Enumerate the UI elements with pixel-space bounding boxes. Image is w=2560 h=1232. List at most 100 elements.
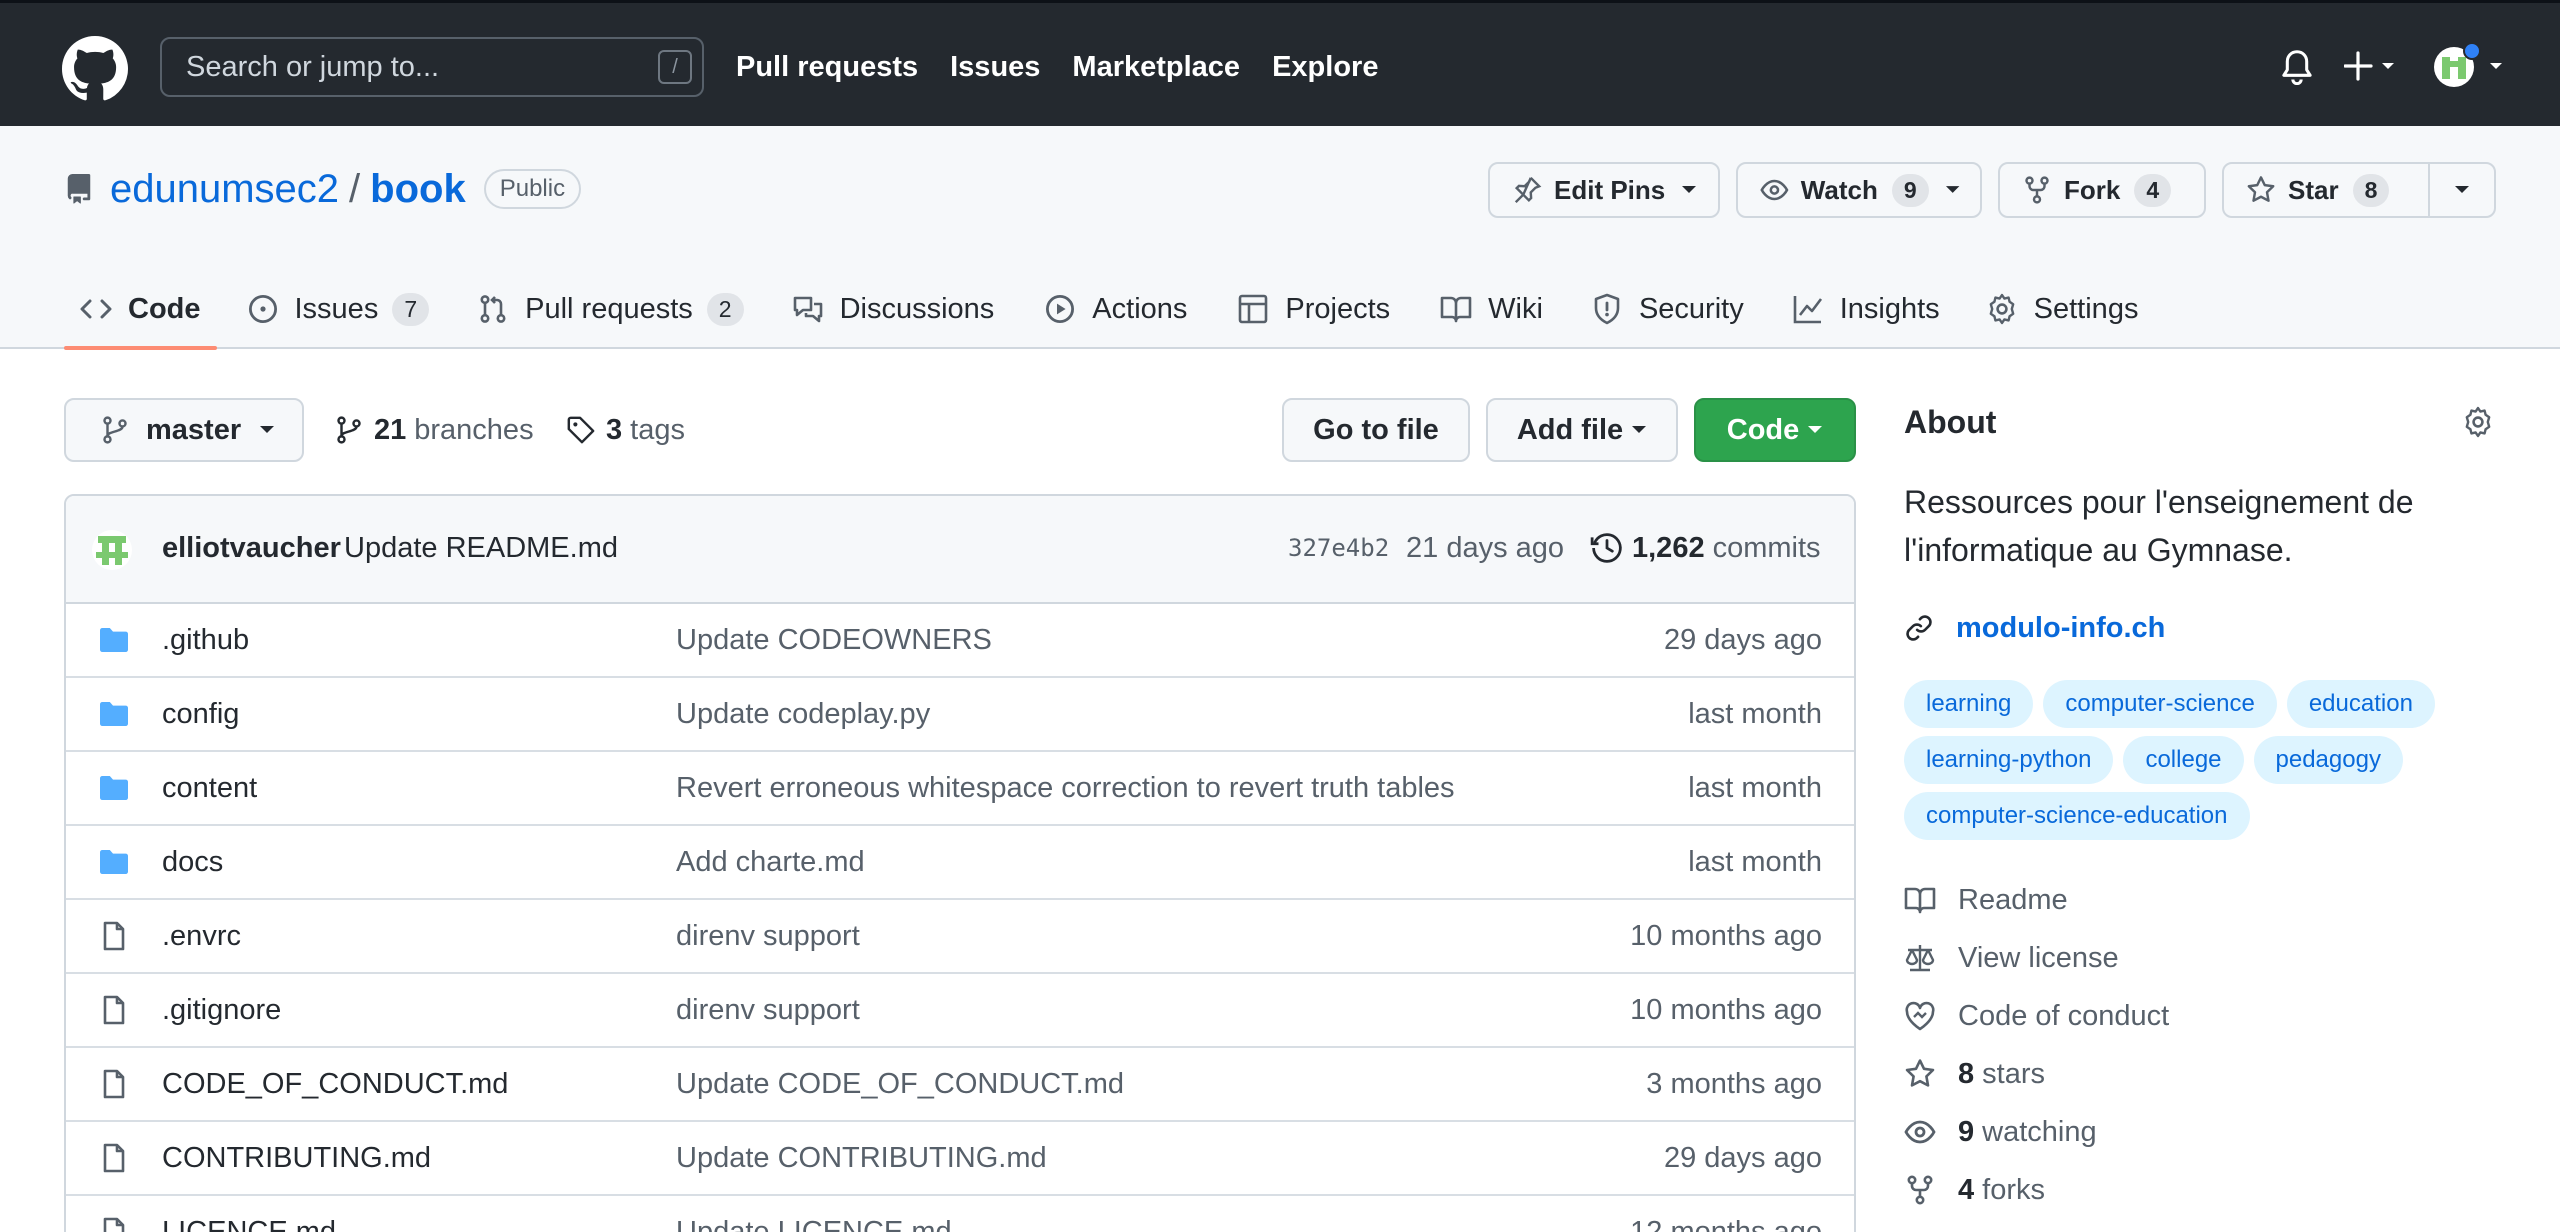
star-button[interactable]: Star 8 [2222,162,2430,218]
create-new-plus-icon[interactable] [2344,45,2404,87]
file-row[interactable]: LICENCE.md Update LICENCE.md 12 months ago [66,1196,1854,1232]
edit-pins-button[interactable]: Edit Pins [1488,162,1720,218]
repo-path-separator: / [349,166,361,211]
file-name-link[interactable]: content [162,772,257,805]
file-commit-message-link[interactable]: direnv support [676,920,860,953]
github-logo-icon[interactable] [62,36,128,102]
stars-label: stars [1982,1057,2045,1090]
tab-issues[interactable]: Issues 7 [231,270,446,348]
topic-tag[interactable]: college [2123,736,2244,784]
branches-label: branches [414,413,534,446]
file-commit-message-link[interactable]: Update CODE_OF_CONDUCT.md [676,1068,1124,1101]
branches-link[interactable]: 21 branches [334,398,534,462]
fork-button[interactable]: Fork 4 [1998,162,2206,218]
tab-projects[interactable]: Projects [1221,270,1406,348]
website-link[interactable]: modulo-info.ch [1904,608,2165,648]
add-file-button[interactable]: Add file [1486,398,1678,462]
file-row[interactable]: .gitignore direnv support 10 months ago [66,974,1854,1048]
topic-tag[interactable]: computer-science [2043,680,2277,728]
watch-button[interactable]: Watch 9 [1736,162,1982,218]
code-button-label: Code [1726,413,1800,446]
file-commit-message-link[interactable]: Update codeplay.py [676,698,930,731]
commit-history-link[interactable]: 1,262 commits [1590,528,1821,568]
play-icon [1046,294,1075,324]
topic-tag[interactable]: learning-python [1904,736,2114,784]
star-lists-dropdown-button[interactable] [2428,162,2496,218]
tab-insights[interactable]: Insights [1776,270,1956,348]
history-icon [1590,533,1622,563]
repo-icon [67,174,91,204]
tags-link[interactable]: 3 tags [566,398,685,462]
file-row[interactable]: .envrc direnv support 10 months ago [66,900,1854,974]
file-name-link[interactable]: CODE_OF_CONDUCT.md [162,1068,508,1101]
tab-code[interactable]: Code [64,270,217,350]
tab-label: Code [128,292,201,325]
edit-pins-label: Edit Pins [1554,174,1666,205]
chevron-down-icon [1632,426,1647,433]
global-nav-explore[interactable]: Explore [1272,39,1378,95]
file-name-link[interactable]: CONTRIBUTING.md [162,1142,431,1175]
stars-link[interactable]: 8 stars [1904,1054,2045,1094]
tab-security[interactable]: Security [1575,270,1760,348]
folder-icon [100,702,128,726]
file-row[interactable]: CONTRIBUTING.md Update CONTRIBUTING.md 29 … [66,1122,1854,1196]
tab-label: Settings [2033,292,2139,325]
file-commit-message-link[interactable]: Add charte.md [676,846,865,879]
file-commit-message-link[interactable]: Update CODEOWNERS [676,624,992,657]
gear-icon[interactable] [2462,406,2494,438]
tab-label: Projects [1285,292,1391,325]
directory-row[interactable]: content Revert erroneous whitespace corre… [66,752,1854,826]
commit-author-avatar[interactable] [92,530,132,570]
forks-link[interactable]: 4 forks [1904,1170,2045,1210]
directory-row[interactable]: config Update codeplay.py last month [66,678,1854,752]
global-header: Search or jump to... / Pull requests Iss… [0,0,2560,126]
directory-row[interactable]: .github Update CODEOWNERS 29 days ago [66,604,1854,678]
file-name-link[interactable]: .github [162,624,249,657]
file-commit-message-link[interactable]: Revert erroneous whitespace correction t… [676,772,1455,805]
tab-actions[interactable]: Actions [1028,270,1203,348]
code-dropdown-button[interactable]: Code [1694,398,1856,462]
commit-sha-link[interactable]: 327e4b2 [1288,534,1389,562]
topic-tag[interactable]: pedagogy [2253,736,2403,784]
global-nav-issues[interactable]: Issues [950,39,1040,95]
repository-header: edunumsec2 / book Public Edit Pins Watch… [0,126,2560,350]
chevron-down-icon [1945,186,1960,193]
code-of-conduct-icon [1905,1001,1935,1031]
user-avatar[interactable] [2432,43,2522,89]
code-of-conduct-link[interactable]: Code of conduct [1904,996,2169,1036]
file-name-link[interactable]: docs [162,846,223,879]
star-icon [2247,176,2275,202]
commit-author-link[interactable]: elliotvaucher [162,532,341,565]
global-search-input[interactable]: Search or jump to... / [160,37,704,97]
global-nav-marketplace[interactable]: Marketplace [1072,39,1240,95]
topic-tag[interactable]: education [2286,680,2435,728]
repo-name-link[interactable]: book [370,167,466,212]
topic-tag[interactable]: computer-science-education [1904,792,2250,840]
file-row[interactable]: CODE_OF_CONDUCT.md Update CODE_OF_CONDUCT… [66,1048,1854,1122]
pin-icon [1514,176,1542,204]
tab-wiki[interactable]: Wiki [1424,270,1559,348]
branch-selector-button[interactable]: master [64,398,304,462]
readme-link[interactable]: Readme [1904,880,2068,920]
tab-settings[interactable]: Settings [1970,270,2155,348]
file-commit-message-link[interactable]: direnv support [676,994,860,1027]
tab-pull-requests[interactable]: Pull requests 2 [461,270,759,348]
file-name-link[interactable]: .envrc [162,920,241,953]
file-name-link[interactable]: LICENCE.md [162,1216,336,1232]
graph-icon [1793,296,1822,324]
license-link[interactable]: View license [1904,938,2119,978]
topic-tag[interactable]: learning [1904,680,2034,728]
file-name-link[interactable]: .gitignore [162,994,281,1027]
bell-icon[interactable] [2280,49,2314,85]
tab-discussions[interactable]: Discussions [776,270,1011,348]
file-name-link[interactable]: config [162,698,239,731]
directory-row[interactable]: docs Add charte.md last month [66,826,1854,900]
repo-owner-link[interactable]: edunumsec2 [110,167,339,212]
file-commit-message-link[interactable]: Update LICENCE.md [676,1216,952,1232]
commit-message-link[interactable]: Update README.md [344,532,618,565]
global-nav-pull-requests[interactable]: Pull requests [736,39,918,95]
go-to-file-button[interactable]: Go to file [1282,398,1470,462]
watching-link[interactable]: 9 watching [1904,1112,2097,1152]
file-commit-message-link[interactable]: Update CONTRIBUTING.md [676,1142,1047,1175]
commit-time[interactable]: 21 days ago [1406,532,1564,565]
